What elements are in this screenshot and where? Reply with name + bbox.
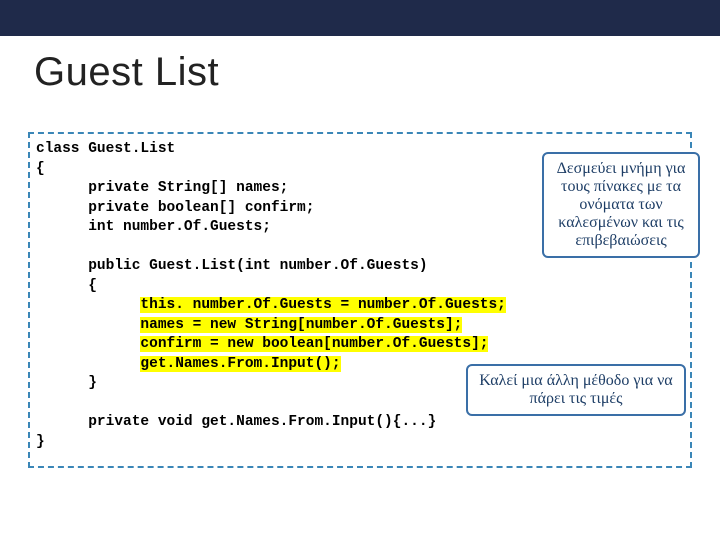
code-highlight: confirm = new boolean[number.Of.Guests];	[140, 336, 488, 352]
code-line: {	[36, 161, 45, 177]
code-indent	[36, 317, 140, 333]
code-line: {	[36, 278, 97, 294]
code-line: }	[36, 434, 45, 450]
code-indent	[36, 297, 140, 313]
code-line: private boolean[] confirm;	[36, 200, 314, 216]
code-highlight: get.Names.From.Input();	[140, 356, 340, 372]
code-highlight: names = new String[number.Of.Guests];	[140, 317, 462, 333]
code-line: int number.Of.Guests;	[36, 219, 271, 235]
code-indent	[36, 356, 140, 372]
callout-memory: Δεσμεύει μνήμη για τους πίνακες με τα ον…	[542, 152, 700, 258]
code-line: }	[36, 375, 97, 391]
callout-method: Καλεί μια άλλη μέθοδο για να πάρει τις τ…	[466, 364, 686, 416]
code-line: private String[] names;	[36, 180, 288, 196]
code-block: class Guest.List { private String[] name…	[36, 140, 506, 452]
code-indent	[36, 336, 140, 352]
code-line: class Guest.List	[36, 141, 175, 157]
top-bar	[0, 0, 720, 36]
code-line: public Guest.List(int number.Of.Guests)	[36, 258, 428, 274]
code-highlight: this. number.Of.Guests = number.Of.Guest…	[140, 297, 505, 313]
page-title: Guest List	[34, 50, 219, 95]
code-line: private void get.Names.From.Input(){...}	[36, 414, 436, 430]
